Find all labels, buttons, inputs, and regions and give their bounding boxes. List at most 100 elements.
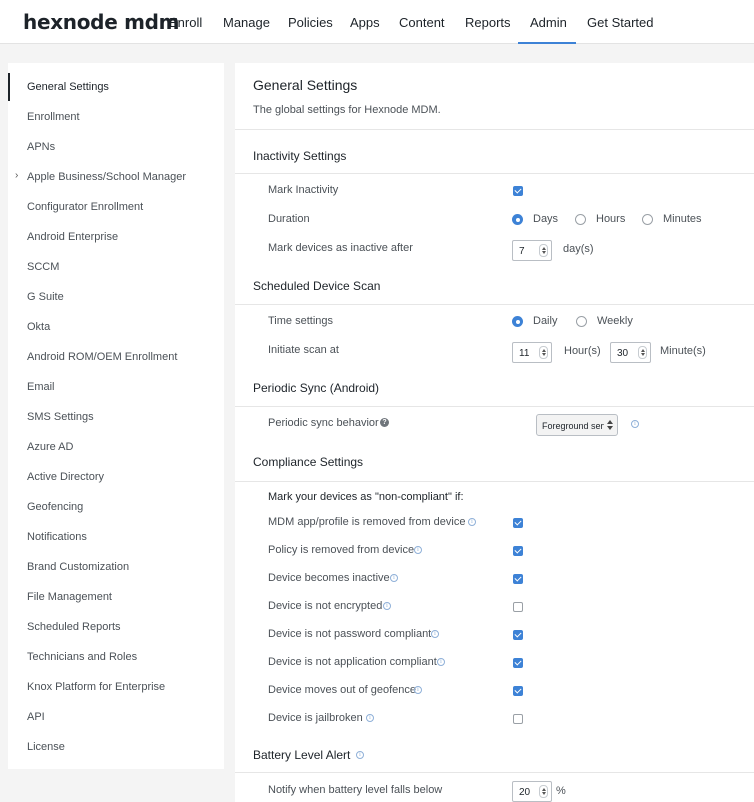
sync-behavior-label: Periodic sync behavior (268, 417, 379, 429)
nav-content[interactable]: Content (399, 15, 445, 30)
duration-hours-radio[interactable] (575, 214, 586, 225)
duration-minutes-radio[interactable] (642, 214, 653, 225)
duration-minutes-label[interactable]: Minutes (663, 213, 702, 225)
info-icon[interactable]: i (631, 420, 639, 428)
sidebar-item-file-management[interactable]: File Management (27, 591, 112, 603)
compliance-item-label: Device is not application compliant (268, 656, 437, 668)
sidebar-item-knox-platform[interactable]: Knox Platform for Enterprise (27, 681, 165, 693)
info-icon[interactable]: i (356, 751, 364, 759)
sidebar-item-android-enterprise[interactable]: Android Enterprise (27, 231, 118, 243)
chevron-right-icon[interactable]: › (15, 170, 18, 181)
sidebar-item-api[interactable]: API (27, 711, 45, 723)
info-icon[interactable]: i (383, 602, 391, 610)
nav-policies[interactable]: Policies (288, 15, 333, 30)
compliance-item-label: Device becomes inactive (268, 572, 390, 584)
info-icon[interactable]: i (366, 714, 374, 722)
nav-active-indicator (518, 42, 576, 44)
inactive-after-stepper[interactable]: 7 (512, 240, 552, 261)
info-icon[interactable]: i (468, 518, 476, 526)
sidebar-item-configurator-enrollment[interactable]: Configurator Enrollment (27, 201, 143, 213)
scan-minute-stepper[interactable]: 30 (610, 342, 651, 363)
nav-reports[interactable]: Reports (465, 15, 511, 30)
stepper-arrows-icon[interactable] (638, 346, 647, 359)
info-icon[interactable]: i (414, 546, 422, 554)
duration-days-label[interactable]: Days (533, 213, 558, 225)
info-icon[interactable]: i (437, 658, 445, 666)
initiate-scan-label: Initiate scan at (268, 344, 339, 356)
duration-days-radio[interactable] (512, 214, 523, 225)
nav-apps[interactable]: Apps (350, 15, 380, 30)
compliance-item-label: Device is not encrypted (268, 600, 383, 612)
section-title-scan: Scheduled Device Scan (253, 279, 381, 293)
scan-hour-stepper[interactable]: 11 (512, 342, 552, 363)
sidebar-item-general-settings[interactable]: General Settings (27, 81, 109, 93)
info-icon[interactable]: i (414, 686, 422, 694)
select-arrows-icon (607, 420, 613, 430)
compliance-checkbox-inactive[interactable] (513, 574, 523, 584)
battery-level-stepper[interactable]: 20 (512, 781, 552, 802)
sidebar-item-android-rom-oem[interactable]: Android ROM/OEM Enrollment (27, 351, 177, 363)
divider (235, 129, 754, 130)
divider (235, 406, 754, 407)
sidebar-item-g-suite[interactable]: G Suite (27, 291, 64, 303)
battery-level-unit: % (556, 785, 566, 797)
sidebar-item-okta[interactable]: Okta (27, 321, 50, 333)
duration-hours-label[interactable]: Hours (596, 213, 625, 225)
nav-manage[interactable]: Manage (223, 15, 270, 30)
compliance-checkbox-application[interactable] (513, 658, 523, 668)
divider (235, 304, 754, 305)
sidebar-item-azure-ad[interactable]: Azure AD (27, 441, 73, 453)
sidebar-item-technicians-roles[interactable]: Technicians and Roles (27, 651, 137, 663)
compliance-checkbox-password[interactable] (513, 630, 523, 640)
sidebar-item-apple-business[interactable]: Apple Business/School Manager (27, 171, 186, 183)
sidebar-item-sccm[interactable]: SCCM (27, 261, 59, 273)
help-icon[interactable]: ? (380, 418, 389, 427)
mark-inactivity-label: Mark Inactivity (268, 184, 339, 196)
sidebar-item-enrollment[interactable]: Enrollment (27, 111, 80, 123)
sync-behavior-select[interactable]: Foreground service (536, 414, 618, 436)
page-description: The global settings for Hexnode MDM. (253, 104, 441, 116)
logo[interactable]: hexnode mdm (23, 10, 180, 34)
sidebar-item-brand-customization[interactable]: Brand Customization (27, 561, 129, 573)
settings-panel: General Settings The global settings for… (235, 63, 754, 802)
stepper-arrows-icon[interactable] (539, 244, 548, 257)
sidebar-item-notifications[interactable]: Notifications (27, 531, 87, 543)
stepper-arrows-icon[interactable] (539, 785, 548, 798)
info-icon[interactable]: i (390, 574, 398, 582)
sidebar-active-indicator (8, 73, 10, 101)
sidebar-item-apns[interactable]: APNs (27, 141, 55, 153)
compliance-checkbox-jailbroken[interactable] (513, 714, 523, 724)
compliance-item-label: Device moves out of geofence (268, 684, 416, 696)
compliance-item-label: MDM app/profile is removed from device (268, 516, 466, 528)
time-daily-label[interactable]: Daily (533, 315, 557, 327)
nav-enroll[interactable]: Enroll (169, 15, 202, 30)
nav-admin[interactable]: Admin (530, 15, 567, 30)
sidebar-item-active-directory[interactable]: Active Directory (27, 471, 104, 483)
sidebar-item-license[interactable]: License (27, 741, 65, 753)
sidebar-item-scheduled-reports[interactable]: Scheduled Reports (27, 621, 121, 633)
compliance-checkbox-geofence[interactable] (513, 686, 523, 696)
section-title-compliance: Compliance Settings (253, 455, 364, 469)
top-navigation: hexnode mdm Enroll Manage Policies Apps … (0, 0, 754, 44)
time-weekly-label[interactable]: Weekly (597, 315, 633, 327)
compliance-checkbox-policy-removed[interactable] (513, 546, 523, 556)
mark-inactivity-checkbox[interactable] (513, 186, 523, 196)
divider (235, 481, 754, 482)
info-icon[interactable]: i (431, 630, 439, 638)
compliance-checkbox-profile-removed[interactable] (513, 518, 523, 528)
section-title-sync: Periodic Sync (Android) (253, 381, 380, 395)
divider (235, 772, 754, 773)
duration-label: Duration (268, 213, 310, 225)
time-weekly-radio[interactable] (576, 316, 587, 327)
stepper-arrows-icon[interactable] (539, 346, 548, 359)
battery-notify-label: Notify when battery level falls below (268, 784, 443, 796)
section-title-inactivity: Inactivity Settings (253, 149, 347, 163)
nav-get-started[interactable]: Get Started (587, 15, 653, 30)
sidebar-item-geofencing[interactable]: Geofencing (27, 501, 83, 513)
compliance-checkbox-not-encrypted[interactable] (513, 602, 523, 612)
sidebar-item-email[interactable]: Email (27, 381, 55, 393)
compliance-intro: Mark your devices as "non-compliant" if: (268, 491, 464, 503)
time-daily-radio[interactable] (512, 316, 523, 327)
sidebar-item-sms-settings[interactable]: SMS Settings (27, 411, 94, 423)
inactive-after-value: 7 (519, 246, 525, 257)
